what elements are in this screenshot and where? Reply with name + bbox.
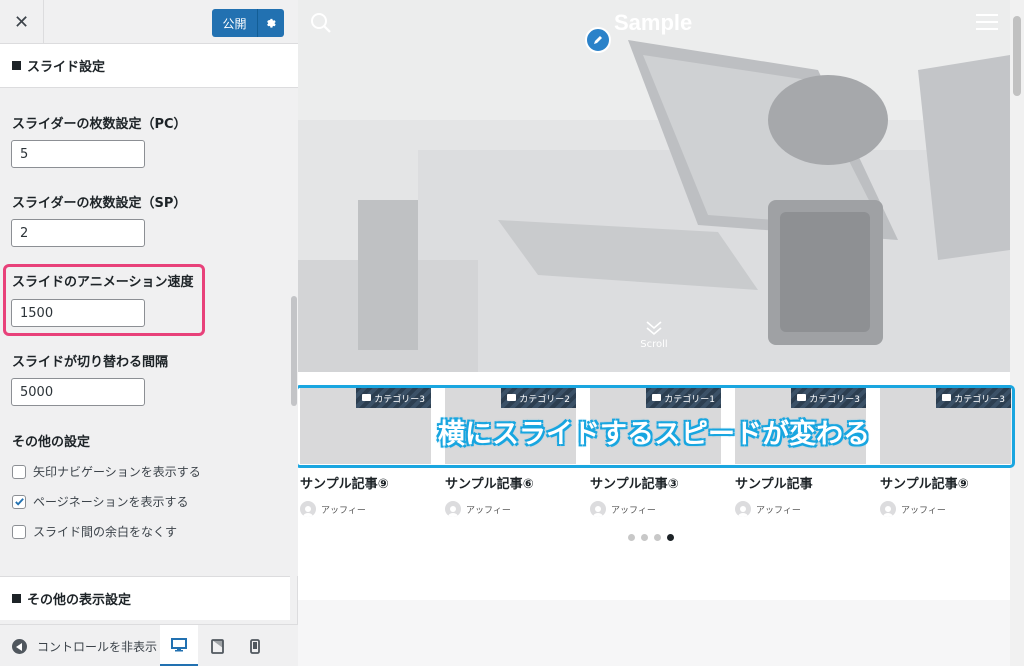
publish-label[interactable]: 公開 <box>212 9 258 37</box>
slides-pc-input[interactable]: 5 <box>11 140 145 168</box>
pagination-dot[interactable] <box>628 534 635 541</box>
scroll-indicator[interactable]: Scroll <box>628 320 680 350</box>
edit-pencil-icon[interactable] <box>585 27 611 53</box>
card-author: アッフィー <box>445 501 576 517</box>
no-gap-label[interactable]: スライド間の余白をなくす <box>33 523 177 540</box>
arrow-nav-checkbox[interactable] <box>12 464 26 479</box>
other-settings-heading: その他の設定 <box>12 435 91 450</box>
tablet-preview-icon[interactable] <box>198 625 236 666</box>
panel-scrollbar[interactable] <box>290 88 298 576</box>
square-bullet-icon <box>12 61 21 70</box>
author-name: アッフィー <box>611 505 656 516</box>
hide-controls-label[interactable]: コントロールを非表示 <box>37 638 157 655</box>
slides-pc-label: スライダーの枚数設定（PC） <box>12 117 187 132</box>
card-title[interactable]: サンプル記事 <box>735 473 866 492</box>
pagination-label[interactable]: ページネーションを表示する <box>33 493 189 510</box>
no-gap-checkbox[interactable] <box>12 524 26 539</box>
publish-button[interactable]: 公開 <box>212 9 284 37</box>
desktop-preview-icon[interactable] <box>160 625 198 666</box>
section-title-text: スライド設定 <box>27 60 106 75</box>
hide-controls-button[interactable]: コントロールを非表示 <box>12 638 157 655</box>
other-display-settings-section[interactable]: その他の表示設定 <box>0 576 290 620</box>
pagination-checkbox-row[interactable]: ページネーションを表示する <box>12 493 189 510</box>
no-gap-checkbox-row[interactable]: スライド間の余白をなくす <box>12 523 177 540</box>
square-bullet-icon <box>12 594 21 603</box>
collapse-arrow-icon[interactable] <box>12 639 27 654</box>
animation-speed-input[interactable]: 1500 <box>11 299 145 327</box>
checkmark-icon <box>14 498 24 506</box>
mobile-preview-icon[interactable] <box>236 625 274 666</box>
arrow-nav-label[interactable]: 矢印ナビゲーションを表示する <box>33 463 201 480</box>
preview-scrollbar[interactable] <box>1010 0 1024 666</box>
footer-wave <box>298 600 1010 666</box>
card-title[interactable]: サンプル記事③ <box>590 473 721 492</box>
card-author: アッフィー <box>590 501 721 517</box>
card-author: アッフィー <box>300 501 431 517</box>
avatar-icon <box>300 501 316 517</box>
slides-sp-label: スライダーの枚数設定（SP） <box>12 196 187 211</box>
gear-icon[interactable] <box>258 9 284 37</box>
animation-speed-label: スライドのアニメーション速度 <box>12 275 194 290</box>
author-name: アッフィー <box>901 505 946 516</box>
site-preview: Sample Scroll カテゴリー3 サンプル記事⑨ アッフィー カテゴリー… <box>298 0 1024 666</box>
interval-label: スライドが切り替わる間隔 <box>12 355 169 370</box>
other-display-settings-title[interactable]: その他の表示設定 <box>27 589 131 608</box>
avatar-icon <box>735 501 751 517</box>
pagination-dot-active[interactable] <box>667 534 674 541</box>
pagination-dots <box>628 534 674 541</box>
section-title: スライド設定 <box>0 44 298 88</box>
site-title[interactable]: Sample <box>614 10 692 36</box>
avatar-icon <box>590 501 606 517</box>
avatar-icon <box>445 501 461 517</box>
search-icon[interactable] <box>310 12 332 38</box>
double-chevron-down-icon <box>646 321 662 336</box>
card-title[interactable]: サンプル記事⑥ <box>445 473 576 492</box>
preview-scrollbar-thumb[interactable] <box>1013 16 1021 96</box>
card-author: アッフィー <box>880 501 1011 517</box>
author-name: アッフィー <box>321 505 366 516</box>
card-title[interactable]: サンプル記事⑨ <box>300 473 431 492</box>
slides-sp-input[interactable]: 2 <box>11 219 145 247</box>
customizer-header: ✕ 公開 <box>0 0 298 44</box>
desk-photo-illustration <box>298 0 1010 372</box>
interval-input[interactable]: 5000 <box>11 378 145 406</box>
author-name: アッフィー <box>466 505 511 516</box>
hamburger-menu-icon[interactable] <box>976 14 998 34</box>
avatar-icon <box>880 501 896 517</box>
customizer-footer: コントロールを非表示 <box>0 624 298 666</box>
pagination-checkbox[interactable] <box>12 494 26 509</box>
hero-image: Sample Scroll <box>298 0 1010 372</box>
close-icon[interactable]: ✕ <box>0 0 44 44</box>
panel-scrollbar-thumb[interactable] <box>291 296 297 406</box>
card-title[interactable]: サンプル記事⑨ <box>880 473 1011 492</box>
author-name: アッフィー <box>756 505 801 516</box>
scroll-label: Scroll <box>640 339 668 350</box>
slide-speed-callout: 横にスライドするスピードが変わる <box>438 419 870 450</box>
pagination-dot[interactable] <box>641 534 648 541</box>
customizer-panel: ✕ 公開 スライド設定 スライダーの枚数設定（PC） 5 スライダーの枚数設定（… <box>0 0 298 666</box>
arrow-nav-checkbox-row[interactable]: 矢印ナビゲーションを表示する <box>12 463 201 480</box>
pagination-dot[interactable] <box>654 534 661 541</box>
card-author: アッフィー <box>735 501 866 517</box>
